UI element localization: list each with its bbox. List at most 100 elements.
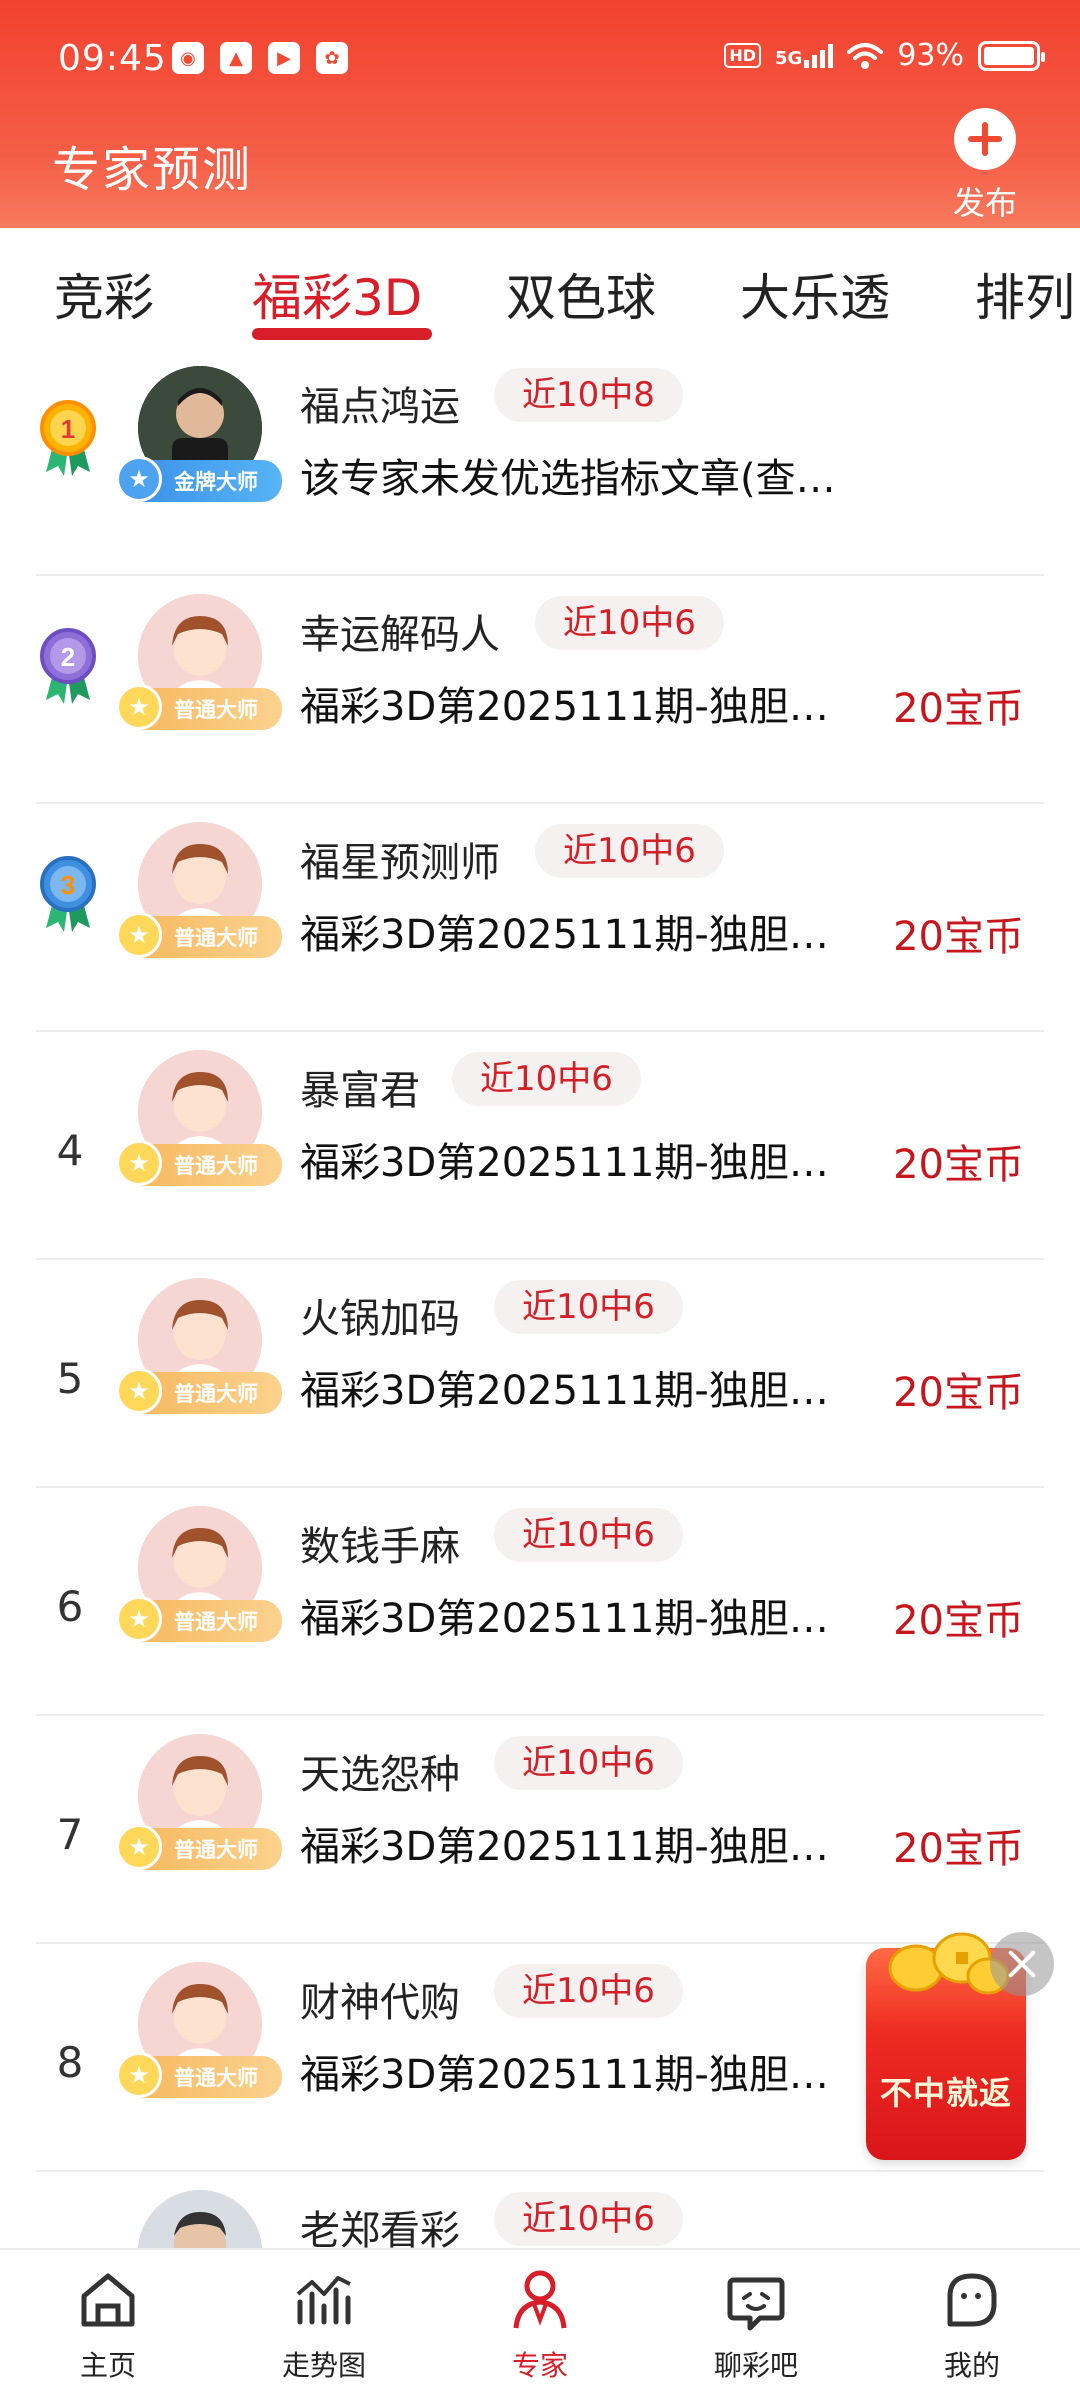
star-icon: ★ [116,2052,162,2098]
article-title[interactable]: 福彩3D第2025111期-独胆… [300,1358,829,1416]
nav-profile[interactable]: 我的 [892,2264,1052,2384]
rank-number: 5 [56,1354,84,1403]
rank-number: 8 [56,2038,84,2087]
price-label: 20宝币 [893,1370,1024,1416]
nav-expert[interactable]: 专家 [460,2264,620,2384]
notification-icons: ◉ ▲ ▶ ✿ [172,42,348,74]
expert-name: 幸运解码人 [300,612,500,658]
price-label: 20宝币 [893,1826,1024,1872]
star-icon: ★ [116,456,162,502]
cellular-signal-icon: 5G [775,43,834,68]
status-bar: 09:45 ◉ ▲ ▶ ✿ HD 5G 93% [0,0,1080,120]
promo-text: 不中就返 [879,2074,1012,2112]
video-app-icon: ▶ [268,42,300,74]
article-title[interactable]: 福彩3D第2025111期-独胆… [300,2042,829,2100]
expert-name: 财神代购 [300,1980,460,2026]
tab-daletou[interactable]: 大乐透 [740,258,890,330]
tab-pailie[interactable]: 排列 [975,258,1075,330]
expert-row[interactable]: 9 老郑看彩 近10中6 [0,2172,1080,2248]
home-icon [81,2273,135,2327]
nav-trend[interactable]: 走势图 [244,2264,404,2384]
baidu-icon: ✿ [316,42,348,74]
tab-shuangseqiu[interactable]: 双色球 [506,258,656,330]
expert-name: 天选怨种 [300,1752,460,1798]
normal-master-badge: ★ 普通大师 [116,1368,282,1414]
normal-master-badge: ★ 普通大师 [116,1596,282,1642]
article-title[interactable]: 福彩3D第2025111期-独胆… [300,1814,829,1872]
nav-chat[interactable]: 聊彩吧 [676,2264,836,2384]
expert-row[interactable]: 4 ★ 普通大师 暴富君 近10中6 福彩3D第2025111期-独胆… 20宝… [0,1032,1080,1260]
active-tab-indicator [252,328,432,340]
price-label: 20宝币 [893,1142,1024,1188]
plus-circle-icon [954,108,1016,170]
expert-name: 老郑看彩 [300,2208,460,2248]
article-title[interactable]: 福彩3D第2025111期-独胆… [300,902,829,960]
weibo-icon: ◉ [172,42,204,74]
normal-master-badge: ★ 普通大师 [116,684,282,730]
expert-name: 暴富君 [300,1068,420,1114]
expert-row[interactable]: 3 ★ 普通大师 福星预测师 近10中6 福彩3D第2025111期-独胆… 2… [0,804,1080,1032]
expert-name: 福星预测师 [300,840,500,886]
star-icon: ★ [116,1596,162,1642]
svg-text:1: 1 [61,414,75,444]
expert-row[interactable]: 6 ★ 普通大师 数钱手麻 近10中6 福彩3D第2025111期-独胆… 20… [0,1488,1080,1716]
hit-rate-badge: 近10中6 [535,824,724,878]
tab-fucai3d[interactable]: 福彩3D [252,258,422,330]
hit-rate-badge: 近10中6 [535,596,724,650]
star-icon: ★ [116,1824,162,1870]
battery-percent: 93% [897,38,964,73]
status-time: 09:45 [58,38,167,79]
normal-master-badge: ★ 普通大师 [116,1140,282,1186]
bronze-medal-icon: 3 [40,856,96,932]
expert-name: 数钱手麻 [300,1524,460,1570]
rank-number: 4 [56,1126,84,1175]
bottom-navigation: 主页 走势图 专家 聊彩吧 我的 [0,2248,1080,2400]
expert-row[interactable]: 2 ★ 普通大师 幸运解码人 近10中6 福彩3D第2025111期-独胆… 2… [0,576,1080,804]
article-title[interactable]: 福彩3D第2025111期-独胆… [300,1130,829,1188]
close-icon[interactable] [990,1932,1054,1996]
wifi-icon [847,42,884,69]
expert-name: 福点鸿运 [300,384,460,430]
expert-avatar[interactable] [138,2190,262,2248]
svg-text:2: 2 [61,642,75,672]
star-icon: ★ [116,912,162,958]
hit-rate-badge: 近10中6 [494,1964,683,2018]
status-indicators: HD 5G 93% [724,38,1045,73]
normal-master-badge: ★ 普通大师 [116,2052,282,2098]
article-title[interactable]: 该专家未发优选指标文章(查… [300,446,836,504]
star-icon: ★ [116,1368,162,1414]
price-label: 20宝币 [893,686,1024,732]
expert-icon [513,2270,567,2329]
nav-home[interactable]: 主页 [28,2264,188,2384]
expert-row[interactable]: 7 ★ 普通大师 天选怨种 近10中6 福彩3D第2025111期-独胆… 20… [0,1716,1080,1944]
hit-rate-badge: 近10中6 [494,1280,683,1334]
normal-master-badge: ★ 普通大师 [116,1824,282,1870]
rank-number: 6 [56,1582,84,1631]
app-header: 09:45 ◉ ▲ ▶ ✿ HD 5G 93% 专家预测 发布 [0,0,1080,228]
hit-rate-badge: 近10中6 [494,1508,683,1562]
hd-icon: HD [724,43,761,68]
article-title[interactable]: 福彩3D第2025111期-独胆… [300,674,829,732]
tab-jingcai[interactable]: 竞彩 [54,258,154,330]
silver-medal-icon: 2 [40,628,96,704]
price-label: 20宝币 [893,1598,1024,1644]
expert-row[interactable]: 1 ★ 金牌大师 福点鸿运 近10中8 该专家未发优选指标文章(查… [0,348,1080,576]
star-icon: ★ [116,684,162,730]
publish-button[interactable]: 发布 [940,108,1030,224]
article-title[interactable]: 福彩3D第2025111期-独胆… [300,1586,829,1644]
normal-master-badge: ★ 普通大师 [116,912,282,958]
expert-row[interactable]: 5 ★ 普通大师 火锅加码 近10中6 福彩3D第2025111期-独胆… 20… [0,1260,1080,1488]
hit-rate-badge: 近10中8 [494,368,683,422]
battery-icon [978,40,1045,71]
profile-icon [947,2273,997,2327]
lottery-tabs: 竞彩 福彩3D 双色球 大乐透 排列 [0,228,1080,348]
hit-rate-badge: 近10中6 [494,1736,683,1790]
price-label: 20宝币 [893,914,1024,960]
gold-master-badge: ★ 金牌大师 [116,456,282,502]
app-notification-icon: ▲ [220,42,252,74]
svg-text:3: 3 [61,870,75,900]
chat-icon [727,2277,785,2331]
star-icon: ★ [116,1140,162,1186]
page-title: 专家预测 [52,142,253,198]
rank-number: 7 [56,1810,84,1859]
